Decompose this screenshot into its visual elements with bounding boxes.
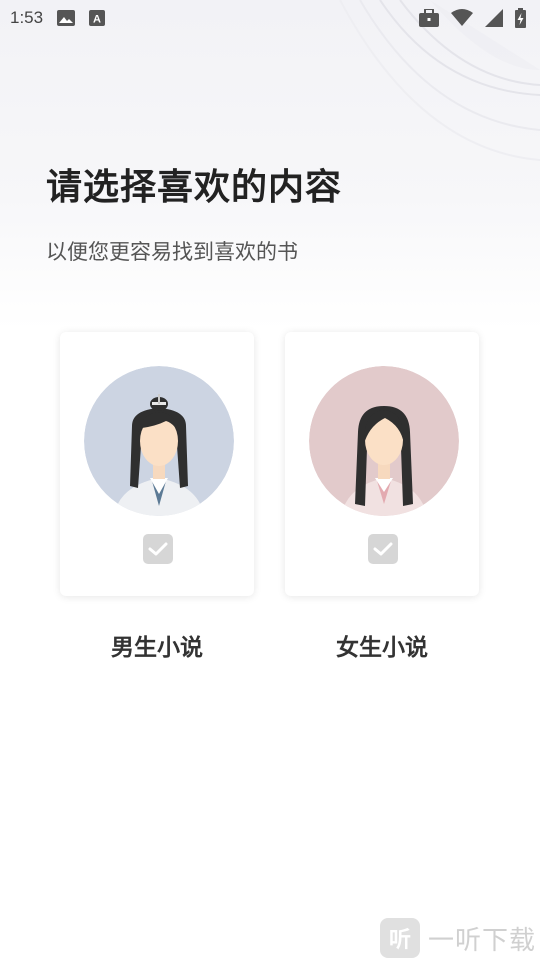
female-checkbox[interactable] (368, 534, 398, 564)
signal-icon (485, 9, 503, 27)
status-bar: 1:53 A (0, 0, 540, 36)
male-novel-card[interactable] (60, 332, 254, 596)
briefcase-icon (419, 9, 439, 27)
wifi-icon (451, 9, 473, 26)
a-font-icon: A (89, 10, 106, 26)
watermark-logo-icon: 听 (379, 918, 420, 958)
check-icon (148, 542, 168, 556)
svg-text:A: A (93, 14, 101, 26)
male-avatar (84, 366, 234, 516)
female-avatar (309, 366, 459, 516)
female-character-icon (309, 366, 459, 516)
status-time: 1:53 (10, 8, 44, 27)
female-novel-card[interactable] (285, 332, 479, 596)
male-novel-label[interactable]: 男生小说 (60, 628, 254, 662)
watermark: 听 一听下载 (379, 918, 536, 958)
page-subtitle: 以便您更容易找到喜欢的书 (46, 240, 298, 264)
watermark-text: 一听下载 (427, 925, 536, 956)
female-novel-label[interactable]: 女生小说 (285, 628, 479, 662)
male-checkbox[interactable] (143, 534, 173, 564)
check-icon (373, 542, 393, 556)
image-icon (57, 10, 76, 26)
battery-charging-icon (515, 8, 526, 28)
page-title: 请选择喜欢的内容 (46, 167, 343, 208)
male-character-icon (84, 366, 234, 516)
